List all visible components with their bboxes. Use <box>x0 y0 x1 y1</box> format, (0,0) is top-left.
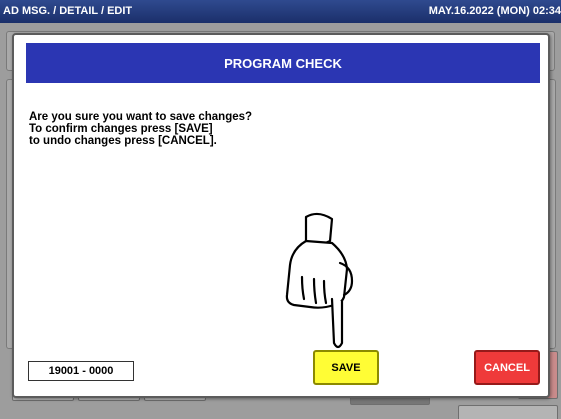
date-time: MAY.16.2022 (MON) 02:34 <box>428 5 561 17</box>
dialog-title: PROGRAM CHECK <box>26 43 540 83</box>
message-line: Are you sure you want to save changes? <box>29 111 253 123</box>
program-code-field: 19001 - 0000 <box>28 361 134 381</box>
status-bar: AD MSG. / DETAIL / EDIT MAY.16.2022 (MON… <box>0 0 561 23</box>
breadcrumb: AD MSG. / DETAIL / EDIT <box>3 5 133 17</box>
pointing-hand-icon <box>285 212 354 349</box>
screen: AD MSG. / DETAIL / EDIT MAY.16.2022 (MON… <box>0 0 561 419</box>
background-tab <box>458 405 558 419</box>
message-line: to undo changes press [CANCEL]. <box>29 135 217 147</box>
dialog-message: Are you sure you want to save changes? T… <box>29 111 469 147</box>
message-line: To confirm changes press [SAVE] <box>29 123 213 135</box>
cancel-button[interactable]: CANCEL <box>474 350 540 385</box>
